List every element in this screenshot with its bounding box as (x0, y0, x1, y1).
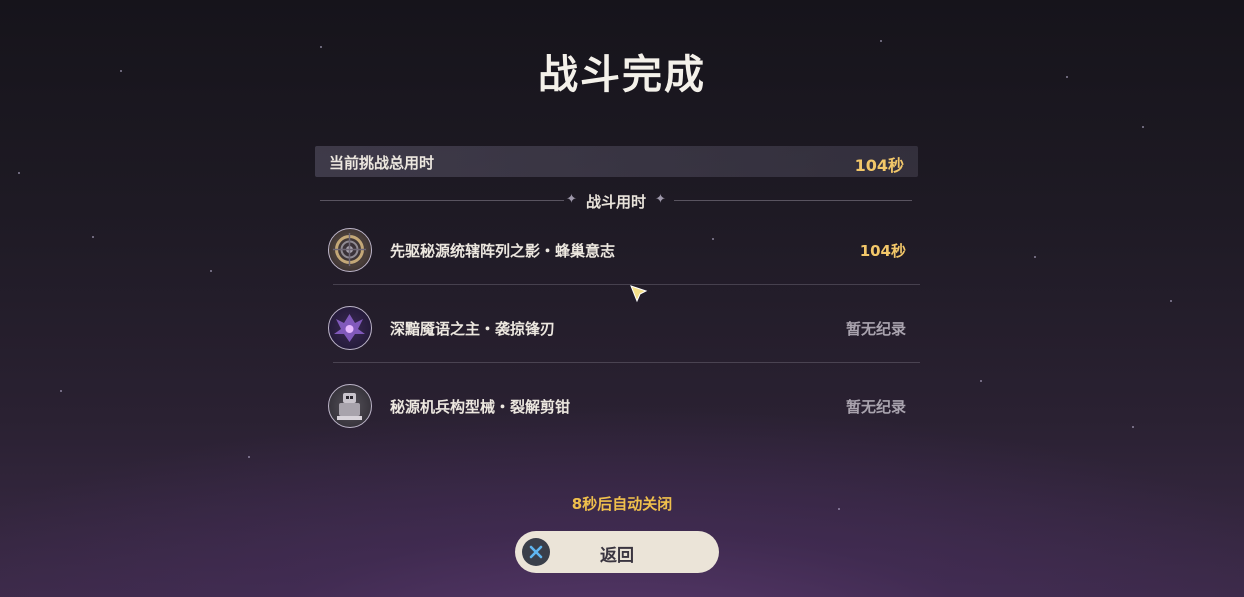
row-divider (333, 284, 920, 285)
list-item: 秘源机兵构型械・裂解剪钳 暂无纪录 (328, 384, 920, 430)
boss-name: 秘源机兵构型械・裂解剪钳 (390, 398, 571, 416)
auto-close-countdown: 8秒后自动关闭 (571, 495, 673, 513)
sparkle-icon: ✦ (655, 192, 666, 207)
divider-right (674, 200, 912, 201)
page-title: 战斗完成 (538, 52, 706, 98)
total-time-value: 104秒 (854, 156, 904, 175)
total-time-label: 当前挑战总用时 (329, 154, 435, 172)
total-time-bar: 当前挑战总用时 104秒 (315, 146, 918, 177)
section-header: ✦ 战斗用时 ✦ (320, 190, 912, 212)
boss-time: 暂无纪录 (845, 398, 906, 416)
row-divider (333, 362, 920, 363)
dark-dragon-icon (328, 306, 372, 350)
boss-name: 先驱秘源统辖阵列之影・蜂巢意志 (390, 242, 616, 260)
cursor-icon (630, 285, 648, 307)
boss-time: 暂无纪录 (845, 320, 906, 338)
boss-time: 104秒 (859, 242, 906, 260)
list-item: 先驱秘源统辖阵列之影・蜂巢意志 104秒 (328, 228, 920, 274)
boss-name: 深黯魇语之主・袭掠锋刃 (390, 320, 556, 338)
mechanical-core-icon (328, 228, 372, 272)
return-button[interactable]: 返回 (515, 531, 719, 573)
list-item: 深黯魇语之主・袭掠锋刃 暂无纪录 (328, 306, 920, 352)
section-label: 战斗用时 (585, 193, 646, 211)
construct-icon (328, 384, 372, 428)
return-button-label: 返回 (600, 546, 634, 566)
